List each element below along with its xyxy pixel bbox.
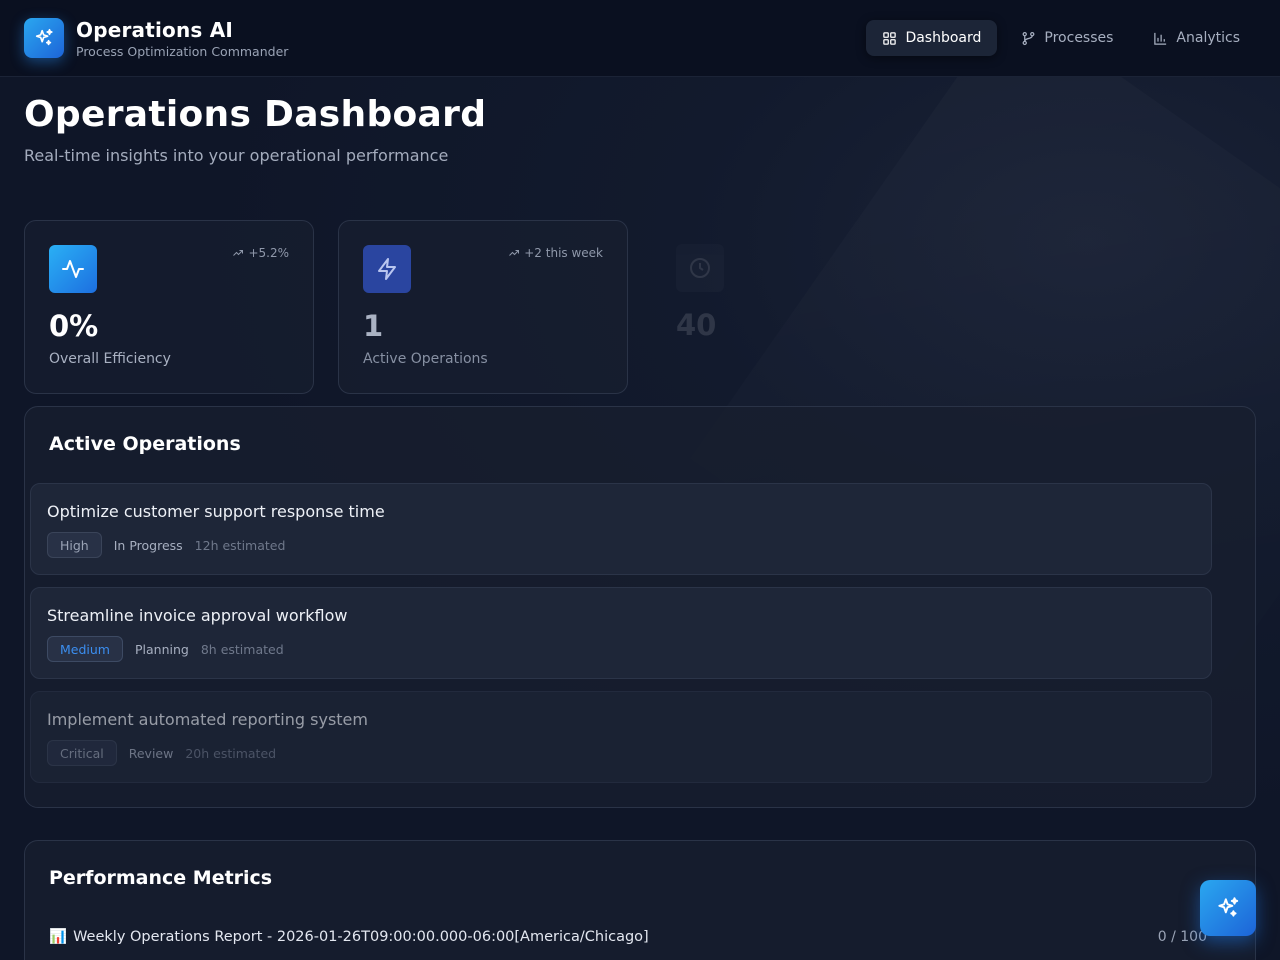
branch-icon bbox=[1022, 31, 1035, 45]
nav-processes[interactable]: Processes bbox=[1005, 20, 1129, 56]
sparkle-icon bbox=[1218, 897, 1239, 917]
stat-value: 0% bbox=[49, 309, 99, 343]
operation-status: Planning bbox=[134, 641, 189, 657]
priority-badge: Critical bbox=[47, 740, 117, 766]
zap-icon bbox=[378, 258, 396, 280]
report-title-text: Weekly Operations Report - 2026-01-26T09… bbox=[73, 928, 649, 945]
operation-status: Review bbox=[128, 745, 174, 761]
operation-status: In Progress bbox=[113, 537, 183, 553]
panel-title: Active Operations bbox=[49, 433, 241, 455]
priority-badge: High bbox=[47, 532, 102, 558]
performance-metrics-panel: Performance Metrics 📊 Weekly Operations … bbox=[24, 840, 1256, 960]
operation-estimate: 12h estimated bbox=[194, 537, 286, 553]
operation-estimate: 8h estimated bbox=[200, 641, 284, 657]
report-title[interactable]: 📊 Weekly Operations Report - 2026-01-26T… bbox=[49, 928, 649, 946]
stat-label: Overall Efficiency bbox=[49, 351, 171, 367]
stat-value: 1 bbox=[363, 309, 384, 343]
app-title: Operations AI bbox=[76, 18, 234, 42]
operation-item[interactable]: Optimize customer support response time … bbox=[30, 483, 1212, 575]
stat-icon-box bbox=[49, 245, 97, 293]
page-subtitle: Real-time insights into your operational… bbox=[24, 146, 449, 165]
stat-card-efficiency: +5.2% 0% Overall Efficiency bbox=[24, 220, 314, 394]
app-subtitle: Process Optimization Commander bbox=[76, 44, 289, 59]
stat-icon-box bbox=[676, 244, 724, 292]
operation-meta: Medium Planning 8h estimated bbox=[47, 636, 284, 662]
stat-label: Active Operations bbox=[363, 351, 488, 367]
stat-trend-text: +2 this week bbox=[524, 246, 603, 260]
report-icon: 📊 bbox=[49, 929, 68, 945]
stat-value: 40 bbox=[676, 308, 717, 342]
operation-title: Streamline invoice approval workflow bbox=[47, 606, 348, 625]
nav-analytics[interactable]: Analytics bbox=[1137, 20, 1256, 56]
main-nav: Dashboard Processes Analytics bbox=[866, 20, 1256, 56]
sparkle-icon bbox=[35, 28, 53, 46]
operation-estimate: 20h estimated bbox=[185, 745, 277, 761]
ai-assistant-button[interactable] bbox=[1200, 880, 1256, 936]
priority-badge: Medium bbox=[47, 636, 123, 662]
bar-chart-icon bbox=[1154, 32, 1167, 45]
operation-item[interactable]: Implement automated reporting system Cri… bbox=[30, 691, 1212, 783]
page-title: Operations Dashboard bbox=[24, 94, 487, 135]
trending-up-icon bbox=[509, 250, 520, 256]
stat-icon-box bbox=[363, 245, 411, 293]
clock-icon bbox=[690, 258, 710, 278]
operation-meta: High In Progress 12h estimated bbox=[47, 532, 285, 558]
operation-title: Implement automated reporting system bbox=[47, 710, 368, 729]
operation-meta: Critical Review 20h estimated bbox=[47, 740, 276, 766]
grid-icon bbox=[883, 31, 897, 45]
nav-dashboard[interactable]: Dashboard bbox=[866, 20, 998, 56]
report-score: 0 / 100 bbox=[1157, 929, 1207, 945]
nav-processes-label: Processes bbox=[1044, 30, 1114, 46]
stat-trend: +5.2% bbox=[232, 246, 289, 260]
stat-card-active-ops: +2 this week 1 Active Operations bbox=[338, 220, 628, 394]
nav-analytics-label: Analytics bbox=[1176, 30, 1240, 46]
stat-card-faded: 40 bbox=[652, 220, 942, 394]
operation-item[interactable]: Streamline invoice approval workflow Med… bbox=[30, 587, 1212, 679]
stat-trend-text: +5.2% bbox=[248, 246, 289, 260]
app-header: Operations AI Process Optimization Comma… bbox=[0, 0, 1280, 77]
activity-icon bbox=[62, 260, 84, 278]
panel-title: Performance Metrics bbox=[49, 867, 273, 889]
trending-up-icon bbox=[233, 250, 244, 256]
active-operations-panel: Active Operations Optimize customer supp… bbox=[24, 406, 1256, 808]
stat-trend: +2 this week bbox=[508, 246, 603, 260]
app-logo[interactable] bbox=[24, 18, 64, 58]
nav-dashboard-label: Dashboard bbox=[905, 30, 982, 46]
operation-title: Optimize customer support response time bbox=[47, 502, 385, 521]
